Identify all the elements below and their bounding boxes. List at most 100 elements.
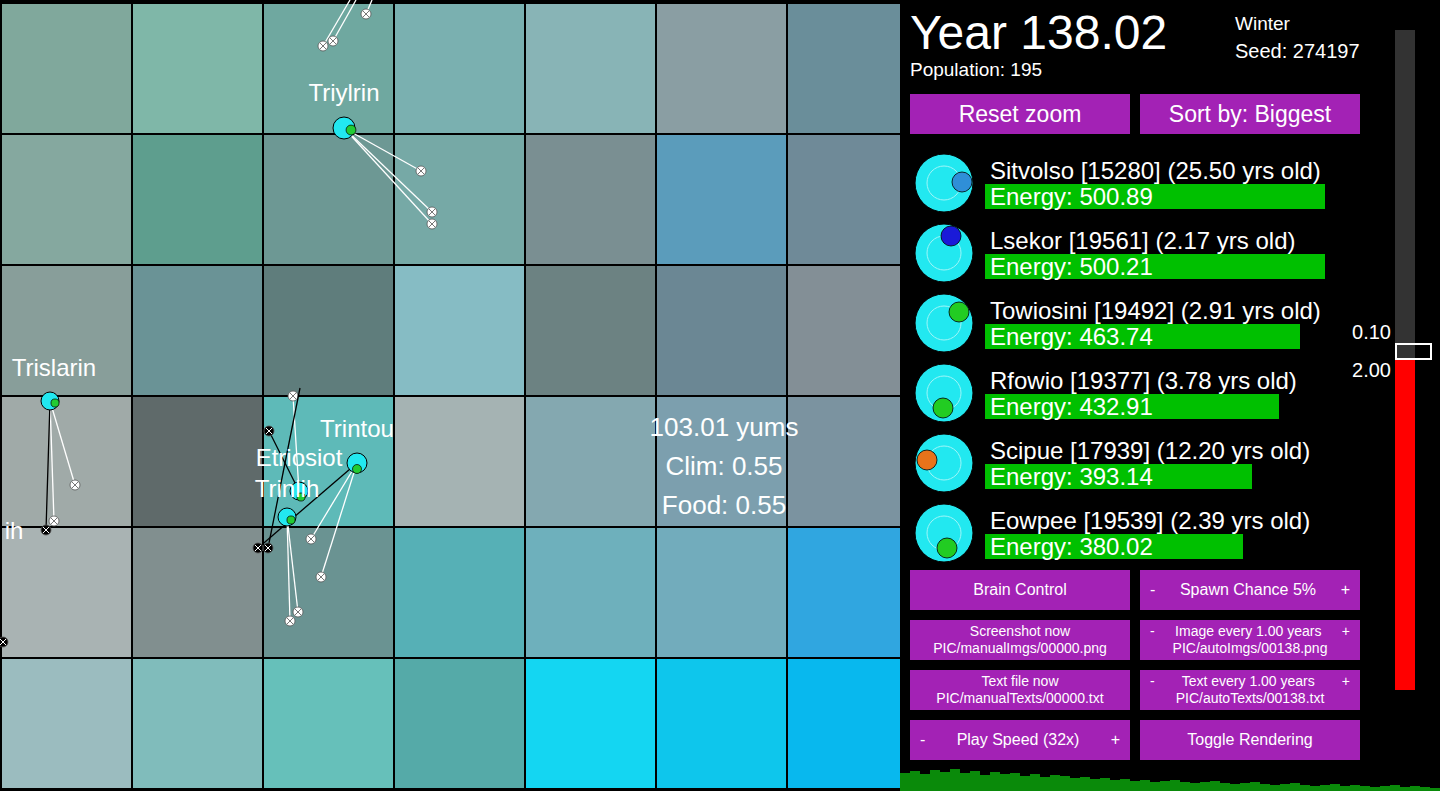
slider-handle[interactable] [1395, 343, 1432, 360]
tile[interactable] [395, 528, 524, 657]
antenna [344, 128, 426, 176]
tile[interactable] [526, 659, 655, 788]
creature-entry-name: Sitvolso [15280] (25.50 yrs old) [990, 158, 1325, 184]
tile[interactable] [133, 528, 262, 657]
tile-grid [0, 0, 900, 788]
creature-body[interactable] [347, 453, 367, 474]
tile[interactable] [526, 397, 655, 526]
control-line: PIC/manualTexts/00000.txt [918, 690, 1122, 707]
tile[interactable] [2, 135, 131, 264]
creature-body[interactable] [278, 508, 296, 526]
tile[interactable] [526, 4, 655, 133]
entry-text: Scipue [17939] (12.20 yrs old)Energy: 39… [990, 438, 1325, 489]
creature-name: Etriosiot [256, 446, 343, 470]
creature-entry[interactable]: Rfowio [19377] (3.78 yrs old)Energy: 432… [910, 358, 1385, 428]
control-button[interactable]: Screenshot nowPIC/manualImgs/00000.png [910, 620, 1130, 660]
tile[interactable] [657, 266, 786, 395]
control-button[interactable]: Text file nowPIC/manualTexts/00000.txt [910, 670, 1130, 710]
plus-button[interactable]: + [1340, 623, 1352, 640]
tile[interactable] [264, 4, 393, 133]
control-label: Text every 1.00 years [1182, 673, 1315, 690]
tile[interactable] [264, 266, 393, 395]
tile[interactable] [264, 659, 393, 788]
tile[interactable] [2, 397, 131, 526]
control-button[interactable]: -Text every 1.00 years+PIC/autoTexts/001… [1140, 670, 1360, 710]
slider-label: 0.10 [1352, 322, 1391, 342]
entry-text: Rfowio [19377] (3.78 yrs old)Energy: 432… [990, 368, 1325, 419]
tile[interactable] [526, 266, 655, 395]
minus-button[interactable]: - [918, 730, 927, 750]
control-label: Image every 1.00 years [1175, 623, 1321, 640]
tile[interactable] [133, 266, 262, 395]
creature-entry[interactable]: Towiosini [19492] (2.91 yrs old)Energy: … [910, 288, 1385, 358]
control-button[interactable]: Brain Control [910, 570, 1130, 610]
creature-entry[interactable]: Eowpee [19539] (2.39 yrs old)Energy: 380… [910, 498, 1385, 568]
creature-entry[interactable]: Sitvolso [15280] (25.50 yrs old)Energy: … [910, 148, 1385, 218]
tile[interactable] [395, 266, 524, 395]
tile[interactable] [657, 528, 786, 657]
tile[interactable] [2, 659, 131, 788]
tile-info-line: Clim: 0.55 [665, 447, 782, 486]
tile[interactable] [788, 397, 900, 526]
control-button[interactable]: -Image every 1.00 years+PIC/autoImgs/001… [1140, 620, 1360, 660]
histogram-bar [1090, 779, 1100, 791]
histogram-bar [1390, 785, 1400, 791]
tile[interactable] [264, 528, 393, 657]
histogram-bar [1170, 780, 1180, 791]
antenna [41, 401, 51, 535]
slider-fill [1395, 360, 1415, 690]
histogram-bar [1350, 785, 1360, 791]
tile[interactable] [133, 397, 262, 526]
control-button[interactable]: -Spawn Chance 5%+ [1140, 570, 1360, 610]
energy-text: Energy: 463.74 [985, 324, 1325, 349]
tile[interactable] [395, 4, 524, 133]
creature-entry[interactable]: Scipue [17939] (12.20 yrs old)Energy: 39… [910, 428, 1385, 498]
antenna [50, 401, 80, 490]
tile[interactable] [264, 135, 393, 264]
tile[interactable] [133, 659, 262, 788]
control-button[interactable]: Toggle Rendering [1140, 720, 1360, 760]
tile[interactable] [788, 528, 900, 657]
histogram-bar [1180, 782, 1190, 791]
tile[interactable] [788, 4, 900, 133]
control-label: Brain Control [973, 580, 1066, 600]
tile[interactable] [2, 4, 131, 133]
world-map[interactable]: TriylrinTrislarinTrintouEtriosiotTrinlih… [0, 0, 900, 791]
creature-body[interactable] [41, 392, 59, 410]
tile[interactable] [395, 397, 524, 526]
minus-button[interactable]: - [1148, 580, 1157, 600]
tile[interactable] [133, 135, 262, 264]
tile[interactable] [788, 266, 900, 395]
panel-button[interactable]: Sort by: Biggest [1140, 94, 1360, 134]
tile[interactable] [526, 135, 655, 264]
creature-body[interactable] [333, 117, 356, 139]
tile[interactable] [133, 4, 262, 133]
tile[interactable] [788, 135, 900, 264]
plus-button[interactable]: + [1339, 580, 1352, 600]
histogram-bar [1430, 788, 1440, 791]
speed-slider[interactable]: 0.102.00 [1395, 30, 1415, 690]
minus-button[interactable]: - [1148, 673, 1157, 690]
creature-icon [913, 152, 975, 214]
creature-entry-name: Eowpee [19539] (2.39 yrs old) [990, 508, 1325, 534]
histogram-bar [1010, 773, 1020, 791]
tile[interactable] [395, 135, 524, 264]
tile[interactable] [2, 528, 131, 657]
histogram-bar [1320, 785, 1330, 791]
tile[interactable] [788, 659, 900, 788]
controls: Brain Control -Spawn Chance 5%+Screenshot… [910, 570, 1385, 760]
creature-name: Triylrin [308, 81, 379, 105]
creature-entry-name: Scipue [17939] (12.20 yrs old) [990, 438, 1325, 464]
panel-button[interactable]: Reset zoom [910, 94, 1130, 134]
plus-button[interactable]: + [1109, 730, 1122, 750]
plus-button[interactable]: + [1340, 673, 1352, 690]
tile[interactable] [657, 135, 786, 264]
tile[interactable] [395, 659, 524, 788]
control-button[interactable]: -Play Speed (32x)+ [910, 720, 1130, 760]
minus-button[interactable]: - [1148, 623, 1157, 640]
tile[interactable] [526, 528, 655, 657]
creature-icon [913, 292, 975, 354]
tile[interactable] [657, 659, 786, 788]
creature-entry[interactable]: Lsekor [19561] (2.17 yrs old)Energy: 500… [910, 218, 1385, 288]
tile[interactable] [657, 4, 786, 133]
